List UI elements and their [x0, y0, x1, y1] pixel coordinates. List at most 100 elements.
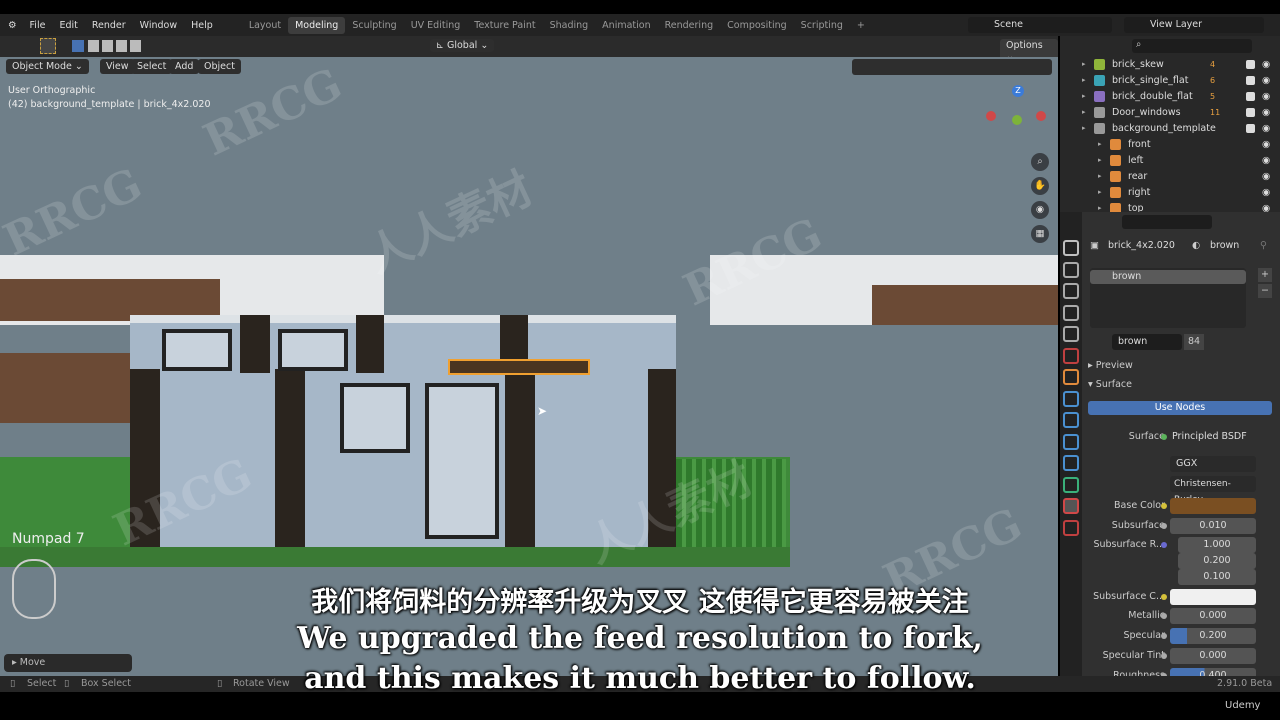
properties-tab[interactable] — [1063, 455, 1079, 471]
view-menu[interactable]: View — [100, 59, 135, 74]
outliner-search[interactable]: ⌕ — [1132, 39, 1252, 53]
properties-tab[interactable] — [1063, 347, 1079, 364]
gizmo-x-axis[interactable] — [986, 111, 996, 121]
properties-tab[interactable] — [1063, 412, 1079, 428]
socket-dot[interactable] — [1161, 523, 1167, 529]
add-menu[interactable]: Add — [169, 59, 200, 74]
outliner-item[interactable]: ▸ rear ◉ — [1060, 168, 1280, 184]
expand-arrow-icon[interactable]: ▸ — [1082, 60, 1086, 68]
property-field[interactable]: 0.010 — [1170, 518, 1256, 534]
outliner-item[interactable]: ▸ right ◉ — [1060, 184, 1280, 200]
expand-arrow-icon[interactable]: ▸ — [1098, 172, 1102, 180]
eye-icon[interactable]: ◉ — [1262, 91, 1270, 102]
properties-tab[interactable] — [1063, 390, 1079, 407]
menu-help[interactable]: Help — [184, 20, 220, 31]
properties-tab[interactable] — [1063, 261, 1079, 278]
properties-search[interactable] — [1122, 215, 1212, 229]
material-slot-list[interactable]: brown — [1090, 268, 1246, 328]
outliner-item[interactable]: ▸ brick_single_flat 6 ◉ — [1060, 72, 1280, 88]
orientation-dropdown[interactable]: ⊾ Global ⌄ — [430, 39, 495, 52]
camera-icon[interactable]: ◉ — [1031, 201, 1049, 219]
pin-icon[interactable]: ⚲ — [1260, 240, 1267, 251]
gizmo-y-axis[interactable] — [1012, 115, 1022, 125]
socket-dot[interactable] — [1161, 542, 1167, 548]
eye-icon[interactable]: ◉ — [1262, 123, 1270, 134]
properties-tab[interactable] — [1063, 326, 1079, 342]
eye-icon[interactable]: ◉ — [1262, 59, 1270, 70]
tab-scripting[interactable]: Scripting — [794, 17, 850, 34]
grid-icon[interactable]: ▦ — [1031, 225, 1049, 243]
select-mode-new-icon[interactable] — [72, 40, 84, 52]
user-count[interactable]: 84 — [1184, 334, 1204, 350]
expand-arrow-icon[interactable]: ▸ — [1082, 92, 1086, 100]
properties-tab[interactable] — [1063, 304, 1079, 321]
selected-brick-4x2[interactable] — [448, 359, 590, 375]
menu-window[interactable]: Window — [133, 20, 184, 31]
outliner-item[interactable]: ▸ brick_skew 4 ◉ — [1060, 56, 1280, 72]
exclude-checkbox[interactable] — [1246, 123, 1255, 133]
tab-shading[interactable]: Shading — [543, 17, 596, 34]
outliner-item[interactable]: ▸ Door_windows 11 ◉ — [1060, 104, 1280, 120]
material-name-field[interactable]: brown — [1112, 334, 1182, 350]
eye-icon[interactable]: ◉ — [1262, 107, 1270, 118]
eye-icon[interactable]: ◉ — [1262, 139, 1270, 150]
properties-tab[interactable] — [1063, 369, 1079, 385]
expand-arrow-icon[interactable]: ▸ — [1082, 108, 1086, 116]
tab-rendering[interactable]: Rendering — [658, 17, 721, 34]
add-slot-button[interactable]: + — [1258, 268, 1272, 282]
expand-arrow-icon[interactable]: ▸ — [1098, 188, 1102, 196]
menu-file[interactable]: File — [23, 20, 53, 31]
select-menu[interactable]: Select — [131, 59, 173, 74]
zoom-icon[interactable]: ⌕ — [1031, 153, 1049, 171]
add-workspace-button[interactable]: + — [850, 17, 872, 34]
tab-compositing[interactable]: Compositing — [720, 17, 794, 34]
expand-arrow-icon[interactable]: ▸ — [1098, 204, 1102, 212]
pan-hand-icon[interactable]: ✋ — [1031, 177, 1049, 195]
expand-arrow-icon[interactable]: ▸ — [1082, 124, 1086, 132]
properties-tab[interactable] — [1063, 476, 1079, 493]
eye-icon[interactable]: ◉ — [1262, 155, 1270, 166]
outliner[interactable]: ⌕ ▸ brick_skew 4 ◉ ▸ brick_single_flat 6 … — [1060, 36, 1280, 212]
exclude-checkbox[interactable] — [1246, 75, 1255, 85]
properties-tab[interactable] — [1063, 433, 1079, 450]
scene-selector[interactable]: Scene — [968, 17, 1112, 33]
mode-dropdown[interactable]: Object Mode ⌄ — [6, 59, 89, 74]
exclude-checkbox[interactable] — [1246, 107, 1255, 117]
outliner-item[interactable]: ▸ brick_double_flat 5 ◉ — [1060, 88, 1280, 104]
eye-icon[interactable]: ◉ — [1262, 75, 1270, 86]
expand-arrow-icon[interactable]: ▸ — [1098, 140, 1102, 148]
outliner-item[interactable]: ▸ background_template ◉ — [1060, 120, 1280, 136]
eye-icon[interactable]: ◉ — [1262, 187, 1270, 198]
socket-dot[interactable] — [1161, 503, 1167, 509]
subsurface-method-dropdown[interactable]: Christensen-Burley — [1170, 476, 1256, 505]
select-tool-button[interactable] — [40, 38, 56, 54]
material-slot[interactable]: brown — [1090, 270, 1246, 284]
menu-render[interactable]: Render — [85, 20, 133, 31]
eye-icon[interactable]: ◉ — [1262, 203, 1270, 213]
remove-slot-button[interactable]: − — [1258, 284, 1272, 298]
expand-arrow-icon[interactable]: ▸ — [1082, 76, 1086, 84]
tab-modeling[interactable]: Modeling — [288, 16, 346, 34]
tab-texture-paint[interactable]: Texture Paint — [467, 17, 542, 34]
blender-logo-icon[interactable]: ⚙ — [0, 20, 23, 31]
property-field[interactable]: 1.000 — [1178, 537, 1256, 553]
properties-tab[interactable] — [1063, 498, 1079, 514]
viewport-shading-controls[interactable] — [852, 59, 1052, 75]
tab-layout[interactable]: Layout — [242, 17, 288, 34]
property-field[interactable] — [1170, 498, 1256, 514]
menu-edit[interactable]: Edit — [52, 20, 84, 31]
outliner-item[interactable]: ▸ left ◉ — [1060, 152, 1280, 168]
material-datablock[interactable]: brown 84 — [1090, 334, 1240, 350]
use-nodes-button[interactable]: Use Nodes — [1088, 401, 1272, 415]
surface-shader[interactable]: Principled BSDF — [1172, 431, 1247, 442]
properties-tab[interactable] — [1063, 240, 1079, 256]
surface-panel-header[interactable]: ▾ Surface — [1088, 379, 1132, 390]
tab-uv-editing[interactable]: UV Editing — [404, 17, 468, 34]
outliner-item[interactable]: ▸ top ◉ — [1060, 200, 1280, 212]
tab-animation[interactable]: Animation — [595, 17, 657, 34]
tab-sculpting[interactable]: Sculpting — [345, 17, 403, 34]
gizmo-z-axis[interactable]: Z — [1012, 85, 1024, 97]
view-layer-selector[interactable]: View Layer — [1124, 17, 1264, 33]
preview-panel-header[interactable]: ▸ Preview — [1088, 360, 1133, 371]
outliner-item[interactable]: ▸ front ◉ — [1060, 136, 1280, 152]
